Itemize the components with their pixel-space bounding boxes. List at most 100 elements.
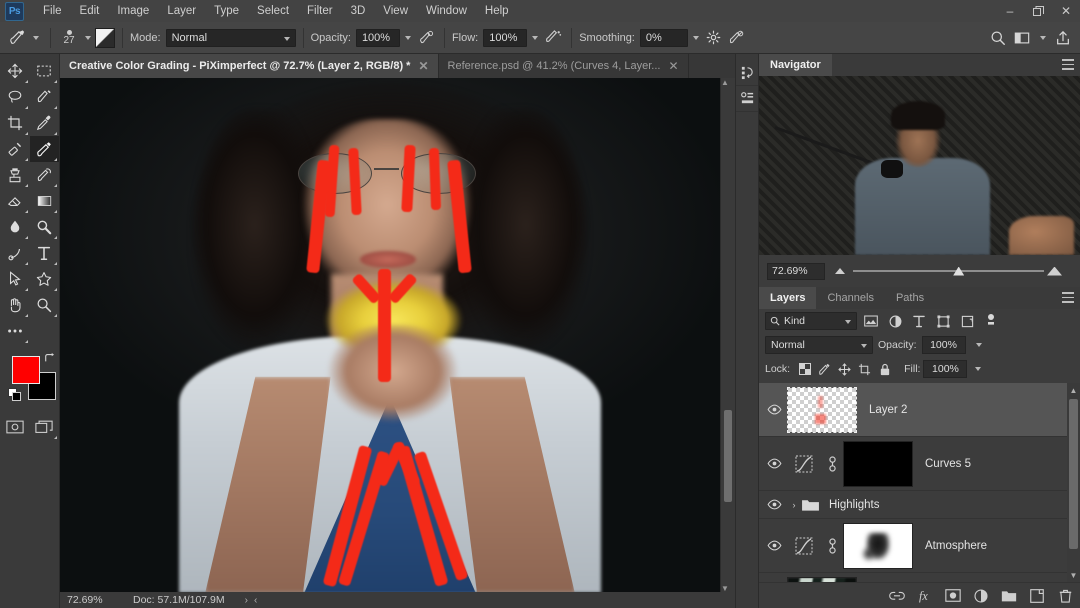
eraser-tool[interactable] xyxy=(0,188,30,214)
path-selection-tool[interactable] xyxy=(0,266,30,292)
zoom-tool[interactable] xyxy=(30,292,60,318)
edit-toolbar-button[interactable] xyxy=(0,318,30,344)
filter-adjustment-icon[interactable] xyxy=(885,312,905,330)
pressure-opacity-icon[interactable] xyxy=(415,27,437,49)
table-row[interactable]: Curves 5 xyxy=(759,437,1067,491)
lock-transparency-icon[interactable] xyxy=(796,361,813,378)
lock-image-icon[interactable] xyxy=(816,361,833,378)
layer-name[interactable]: Atmosphere xyxy=(925,540,987,552)
layer-visibility-toggle[interactable] xyxy=(761,499,787,510)
status-expand-arrow[interactable]: › xyxy=(245,595,248,606)
layer-name[interactable]: Curves 5 xyxy=(925,458,971,470)
smoothing-input[interactable]: 0% xyxy=(639,28,688,47)
lock-all-icon[interactable] xyxy=(876,361,893,378)
lasso-tool[interactable] xyxy=(0,84,30,110)
restore-button[interactable] xyxy=(1024,0,1052,22)
zoom-out-icon[interactable] xyxy=(835,268,845,274)
custom-shape-tool[interactable] xyxy=(30,266,60,292)
panel-menu-icon[interactable] xyxy=(1062,59,1074,70)
rectangular-marquee-tool[interactable] xyxy=(30,58,60,84)
layer-mask-thumbnail[interactable] xyxy=(843,522,913,569)
panel-menu-icon[interactable] xyxy=(1062,292,1074,303)
menu-window[interactable]: Window xyxy=(417,2,476,20)
menu-select[interactable]: Select xyxy=(248,2,298,20)
navigator-zoom-slider[interactable] xyxy=(831,263,1066,280)
move-tool[interactable] xyxy=(0,58,30,84)
arrange-caret[interactable] xyxy=(1036,29,1050,47)
flow-caret[interactable] xyxy=(528,29,542,47)
filter-smartobject-icon[interactable] xyxy=(957,312,977,330)
canvas-document[interactable] xyxy=(60,78,720,593)
minimize-button[interactable]: – xyxy=(996,0,1024,22)
menu-type[interactable]: Type xyxy=(205,2,248,20)
default-colors-icon[interactable] xyxy=(8,388,22,402)
layer-name[interactable]: Highlights xyxy=(829,499,880,511)
layer-opacity-caret[interactable] xyxy=(972,336,986,354)
search-icon[interactable] xyxy=(987,27,1009,49)
menu-view[interactable]: View xyxy=(374,2,417,20)
zoom-in-icon[interactable] xyxy=(1047,266,1062,276)
status-zoom-level[interactable]: 72.69% xyxy=(67,594,119,606)
document-tab-reference[interactable]: Reference.psd @ 41.2% (Curves 4, Layer..… xyxy=(438,54,689,78)
canvas-vertical-scrollbar[interactable]: ▲ ▼ xyxy=(720,78,735,593)
arrange-documents-icon[interactable] xyxy=(1011,27,1033,49)
add-layer-mask-icon[interactable] xyxy=(944,587,962,605)
blend-mode-select[interactable]: Normal xyxy=(165,28,296,47)
layer-name[interactable]: Layer 2 xyxy=(869,404,907,416)
layer-thumbnail[interactable] xyxy=(787,386,857,433)
brush-tool-icon[interactable] xyxy=(6,27,28,49)
quick-mask-icon[interactable] xyxy=(0,414,30,440)
brush-size-preview[interactable]: 27 xyxy=(58,25,80,51)
table-row[interactable]: Atmosphere xyxy=(759,519,1067,573)
eyedropper-tool[interactable] xyxy=(30,110,60,136)
fill-caret[interactable] xyxy=(971,360,985,378)
gradient-tool[interactable] xyxy=(30,188,60,214)
smoothing-caret[interactable] xyxy=(689,29,703,47)
opacity-input[interactable]: 100% xyxy=(355,28,400,47)
scroll-up-arrow[interactable]: ▲ xyxy=(1067,383,1080,397)
close-icon[interactable]: ✕ xyxy=(418,60,428,72)
airbrush-icon[interactable] xyxy=(542,27,564,49)
spot-healing-brush-tool[interactable] xyxy=(0,136,30,162)
navigator-zoom-value[interactable]: 72.69% xyxy=(767,262,825,280)
blur-tool[interactable] xyxy=(0,214,30,240)
filter-kind-select[interactable]: Kind xyxy=(765,312,857,330)
layers-scroll-thumb[interactable] xyxy=(1069,399,1078,549)
menu-filter[interactable]: Filter xyxy=(298,2,342,20)
foreground-color-swatch[interactable] xyxy=(12,356,40,384)
table-row[interactable]: Layer 2 xyxy=(759,383,1067,437)
tab-channels[interactable]: Channels xyxy=(816,287,885,309)
swap-colors-icon[interactable] xyxy=(44,352,56,367)
opacity-caret[interactable] xyxy=(401,29,415,47)
layer-blend-mode-select[interactable]: Normal xyxy=(765,336,873,354)
menu-edit[interactable]: Edit xyxy=(71,2,109,20)
clone-stamp-tool[interactable] xyxy=(0,162,30,188)
quick-selection-tool[interactable] xyxy=(30,84,60,110)
layers-scrollbar[interactable]: ▲ ▼ xyxy=(1067,383,1080,582)
dodge-tool[interactable] xyxy=(30,214,60,240)
add-layer-style-icon[interactable]: fx xyxy=(916,587,934,605)
flow-input[interactable]: 100% xyxy=(483,28,528,47)
filter-toggle-icon[interactable] xyxy=(981,312,1001,330)
tab-layers[interactable]: Layers xyxy=(759,287,817,309)
history-brush-tool[interactable] xyxy=(30,162,60,188)
properties-panel-icon[interactable] xyxy=(736,86,759,112)
tab-paths[interactable]: Paths xyxy=(884,287,936,309)
chevron-right-icon[interactable]: › xyxy=(787,500,801,510)
layer-list[interactable]: Layer 2 Curves 5 › Highlights Atmosphere xyxy=(759,383,1067,582)
curves-adjustment-icon[interactable] xyxy=(787,454,821,474)
share-icon[interactable] xyxy=(1052,27,1074,49)
status-collapse-arrow[interactable]: ‹ xyxy=(254,595,257,606)
filter-pixel-icon[interactable] xyxy=(861,312,881,330)
lock-artboard-icon[interactable] xyxy=(856,361,873,378)
brush-tool[interactable] xyxy=(29,136,59,162)
brush-size-caret[interactable] xyxy=(81,29,95,47)
link-layers-icon[interactable] xyxy=(888,587,906,605)
new-layer-icon[interactable] xyxy=(1028,587,1046,605)
crop-tool[interactable] xyxy=(0,110,30,136)
navigator-preview[interactable] xyxy=(759,76,1080,255)
new-adjustment-layer-icon[interactable] xyxy=(972,587,990,605)
layer-visibility-toggle[interactable] xyxy=(761,404,787,415)
fill-value[interactable]: 100% xyxy=(923,360,968,378)
horizontal-type-tool[interactable] xyxy=(30,240,60,266)
